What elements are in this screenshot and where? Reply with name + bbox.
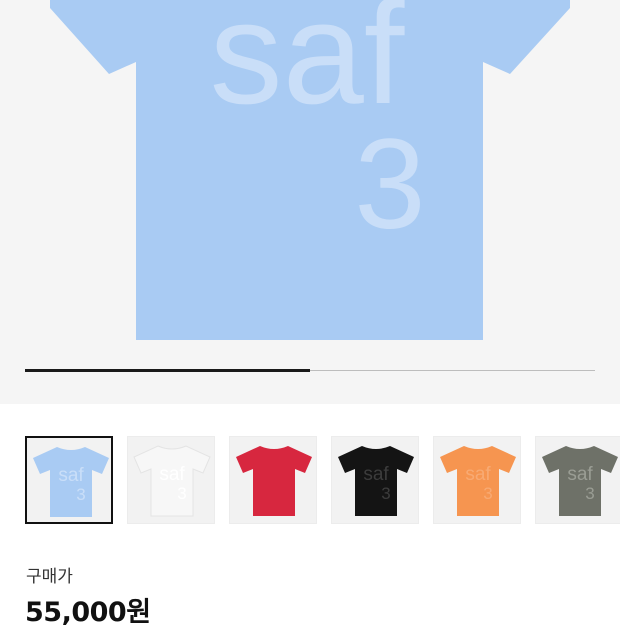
color-thumbnail-sky-blue[interactable]: saf 3	[25, 436, 113, 524]
thumbnail-graphic-line-2: 3	[76, 485, 85, 504]
thumbnail-graphic-line-1: saf	[465, 464, 491, 485]
t-shirt-thumbnail-image: saf3	[542, 446, 618, 516]
price-value: 55,000원	[25, 597, 151, 628]
thumbnail-graphic-line-2: 3	[381, 484, 390, 503]
color-thumbnail-red[interactable]	[229, 436, 317, 524]
color-thumbnail-black[interactable]: saf 3	[331, 436, 419, 524]
carousel-progress	[25, 369, 595, 372]
product-image: saf 3	[50, 0, 570, 340]
thumbnail-graphic-line-2: 3	[483, 484, 492, 503]
thumbnail-graphic-line-1: saf	[58, 465, 84, 486]
carousel-progress-fill	[25, 369, 310, 372]
t-shirt-thumbnail-image: saf3	[33, 447, 109, 517]
color-thumbnail-list: saf 3 saf 3 saf 3 saf 3 saf 3	[0, 436, 620, 526]
t-shirt-shape	[236, 446, 312, 516]
thumbnail-graphic-line-2: 3	[177, 484, 186, 503]
color-thumbnail-orange[interactable]: saf 3	[433, 436, 521, 524]
thumbnail-graphic-line-1: saf	[159, 464, 185, 485]
color-thumbnail-olive-gray[interactable]: saf 3	[535, 436, 620, 524]
product-image-carousel[interactable]: saf 3	[0, 0, 620, 404]
t-shirt-thumbnail-image: saf3	[338, 446, 414, 516]
shirt-graphic-line-2: 3	[354, 113, 425, 256]
price-label: 구매가	[26, 567, 73, 587]
color-thumbnail-white[interactable]: saf 3	[127, 436, 215, 524]
t-shirt-thumbnail-image	[236, 446, 312, 516]
thumbnail-graphic-line-1: saf	[363, 464, 389, 485]
t-shirt-thumbnail-image: saf3	[440, 446, 516, 516]
thumbnail-graphic-line-2: 3	[585, 484, 594, 503]
t-shirt-thumbnail-image: saf3	[133, 445, 211, 517]
thumbnail-graphic-line-1: saf	[567, 464, 593, 485]
